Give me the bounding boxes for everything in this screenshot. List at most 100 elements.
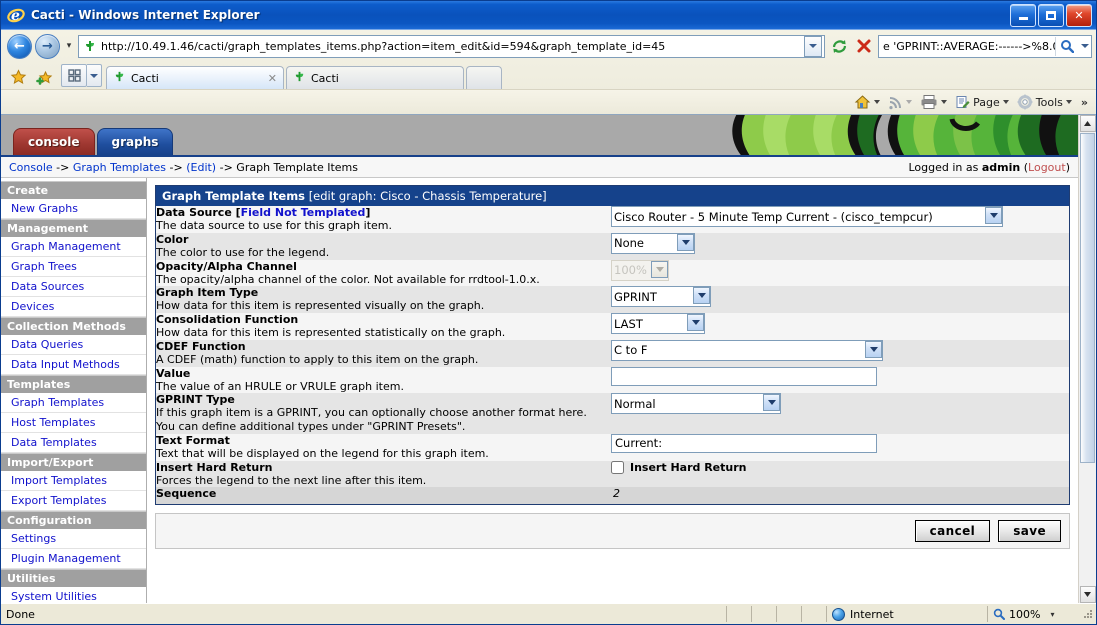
- logout-link[interactable]: Logout: [1028, 161, 1066, 174]
- consolidation-function-select-wrap[interactable]: LAST: [611, 313, 705, 334]
- scrollbar-track[interactable]: [1079, 132, 1096, 586]
- home-button[interactable]: [851, 92, 883, 112]
- sidebar-item-settings[interactable]: Settings: [1, 529, 146, 549]
- refresh-button[interactable]: [828, 35, 850, 57]
- tab-list-dropdown-icon[interactable]: [87, 64, 102, 87]
- scrollbar-thumb[interactable]: [1080, 133, 1095, 463]
- security-zone[interactable]: Internet: [827, 606, 988, 622]
- form-button-bar: cancel save: [155, 513, 1070, 550]
- page-content: console graphs Console -> Graph Template…: [1, 115, 1078, 603]
- insert-hard-return-row[interactable]: Insert Hard Return: [611, 460, 1069, 474]
- scroll-down-button[interactable]: [1079, 586, 1096, 603]
- consolidation-function-select[interactable]: LAST: [611, 313, 705, 334]
- zoom-control[interactable]: 100% ▾: [988, 606, 1082, 622]
- color-select-wrap[interactable]: None: [611, 232, 695, 254]
- sidebar-item-plugin-management[interactable]: Plugin Management: [1, 549, 146, 569]
- value-input[interactable]: [611, 366, 877, 386]
- breadcrumb-item-console[interactable]: Console: [9, 161, 53, 174]
- text-format-input[interactable]: [611, 433, 877, 453]
- data-source-select[interactable]: Cisco Router - 5 Minute Temp Current - (…: [611, 206, 1003, 227]
- form-title-main: Graph Template Items: [162, 189, 306, 203]
- gprint-type-select-wrap[interactable]: Normal: [611, 393, 781, 415]
- back-button[interactable]: ←: [7, 33, 32, 59]
- maximize-button[interactable]: [1038, 4, 1064, 27]
- command-bar-overflow-icon[interactable]: »: [1077, 96, 1092, 109]
- sequence-value: 2: [613, 487, 620, 501]
- sidebar-item-data-templates[interactable]: Data Templates: [1, 433, 146, 453]
- status-cell-3: [777, 606, 802, 622]
- sidebar-item-data-sources[interactable]: Data Sources: [1, 277, 146, 297]
- sidebar-header-collection-methods: Collection Methods: [1, 317, 146, 335]
- sidebar-item-system-utilities[interactable]: System Utilities: [1, 587, 146, 603]
- sidebar-item-import-templates[interactable]: Import Templates: [1, 471, 146, 491]
- color-select[interactable]: None: [611, 232, 695, 254]
- navigation-row: ← → ▾ http://10.49.1.46/cacti/graph_temp…: [1, 30, 1096, 62]
- tools-menu-button[interactable]: Tools: [1014, 92, 1075, 112]
- print-button[interactable]: [917, 92, 950, 112]
- sidebar-item-graph-management[interactable]: Graph Management: [1, 237, 146, 257]
- form-row-data-source: Data Source [Field Not Templated] The da…: [156, 206, 1069, 233]
- form-row-graph-item-type: Graph Item Type How data for this item i…: [156, 286, 1069, 313]
- sidebar-item-graph-trees[interactable]: Graph Trees: [1, 257, 146, 277]
- form-table: Data Source [Field Not Templated] The da…: [156, 206, 1069, 505]
- close-icon[interactable]: ✕: [268, 72, 277, 85]
- form-title: Graph Template Items [edit graph: Cisco …: [155, 185, 1070, 206]
- breadcrumb-item-graph-templates[interactable]: Graph Templates: [73, 161, 166, 174]
- search-dropdown-icon[interactable]: [1078, 37, 1091, 56]
- sidebar-header-management: Management: [1, 219, 146, 237]
- print-icon: [921, 95, 937, 109]
- forward-button[interactable]: →: [35, 33, 60, 59]
- history-dropdown-icon[interactable]: ▾: [63, 41, 75, 51]
- resize-grip[interactable]: [1082, 608, 1094, 620]
- search-icon[interactable]: [1055, 36, 1078, 56]
- search-box[interactable]: e 'GPRINT::AVERAGE:------>%8.0lf\n': [878, 34, 1092, 58]
- field-not-templated-link[interactable]: Field Not Templated: [241, 206, 366, 219]
- status-bar: Done Internet 100% ▾: [1, 603, 1096, 624]
- graph-item-type-select[interactable]: GPRINT: [611, 286, 711, 308]
- nav-tab-console[interactable]: console: [13, 128, 95, 155]
- sidebar-item-export-templates[interactable]: Export Templates: [1, 491, 146, 511]
- quick-tabs-icon[interactable]: [61, 64, 87, 87]
- sidebar-item-new-graphs[interactable]: New Graphs: [1, 199, 146, 219]
- cdef-function-select-wrap[interactable]: C to F: [611, 339, 883, 361]
- sidebar-item-host-templates[interactable]: Host Templates: [1, 413, 146, 433]
- save-button[interactable]: save: [998, 520, 1061, 543]
- label-value: Value: [156, 366, 191, 380]
- address-dropdown-icon[interactable]: [804, 35, 822, 57]
- page-scrollbar[interactable]: [1078, 115, 1096, 603]
- tab-cacti-second[interactable]: Cacti: [286, 66, 464, 89]
- address-url[interactable]: http://10.49.1.46/cacti/graph_templates_…: [101, 40, 804, 53]
- sidebar-item-data-queries[interactable]: Data Queries: [1, 335, 146, 355]
- zoom-dropdown-icon[interactable]: ▾: [1050, 610, 1054, 619]
- search-input[interactable]: e 'GPRINT::AVERAGE:------>%8.0lf\n': [879, 40, 1055, 53]
- data-source-select-wrap[interactable]: Cisco Router - 5 Minute Temp Current - (…: [611, 206, 1003, 227]
- cancel-button[interactable]: cancel: [914, 520, 991, 543]
- address-bar[interactable]: http://10.49.1.46/cacti/graph_templates_…: [78, 34, 825, 58]
- cdef-function-select[interactable]: C to F: [611, 339, 883, 361]
- breadcrumb-item-edit[interactable]: (Edit): [186, 161, 216, 174]
- insert-hard-return-checkbox[interactable]: [611, 460, 624, 474]
- page-menu-button[interactable]: Page: [952, 92, 1012, 112]
- sidebar-item-graph-templates[interactable]: Graph Templates: [1, 393, 146, 413]
- label-consolidation-function: Consolidation Function: [156, 313, 299, 326]
- new-tab-button[interactable]: [466, 66, 502, 89]
- add-star-icon[interactable]: [31, 65, 57, 89]
- gprint-type-select[interactable]: Normal: [611, 393, 781, 415]
- tab-cacti-active[interactable]: Cacti ✕: [106, 66, 284, 89]
- form-row-insert-hard-return: Insert Hard Return Forces the legend to …: [156, 460, 1069, 488]
- sidebar-item-devices[interactable]: Devices: [1, 297, 146, 317]
- feeds-button[interactable]: [885, 92, 915, 112]
- cacti-banner: console graphs: [1, 115, 1078, 155]
- browser-chrome: ← → ▾ http://10.49.1.46/cacti/graph_temp…: [1, 29, 1096, 114]
- sidebar-item-data-input-methods[interactable]: Data Input Methods: [1, 355, 146, 375]
- stop-button[interactable]: [853, 35, 875, 57]
- form-row-consolidation-function: Consolidation Function How data for this…: [156, 313, 1069, 340]
- star-icon[interactable]: [5, 65, 31, 89]
- minimize-button[interactable]: [1010, 4, 1036, 27]
- close-button[interactable]: ✕: [1066, 4, 1092, 27]
- scroll-up-button[interactable]: [1079, 115, 1096, 132]
- graph-item-type-select-wrap[interactable]: GPRINT: [611, 286, 711, 308]
- nav-tab-graphs[interactable]: graphs: [96, 128, 174, 155]
- page-viewport: console graphs Console -> Graph Template…: [1, 114, 1096, 603]
- main-panel: Graph Template Items [edit graph: Cisco …: [147, 178, 1078, 603]
